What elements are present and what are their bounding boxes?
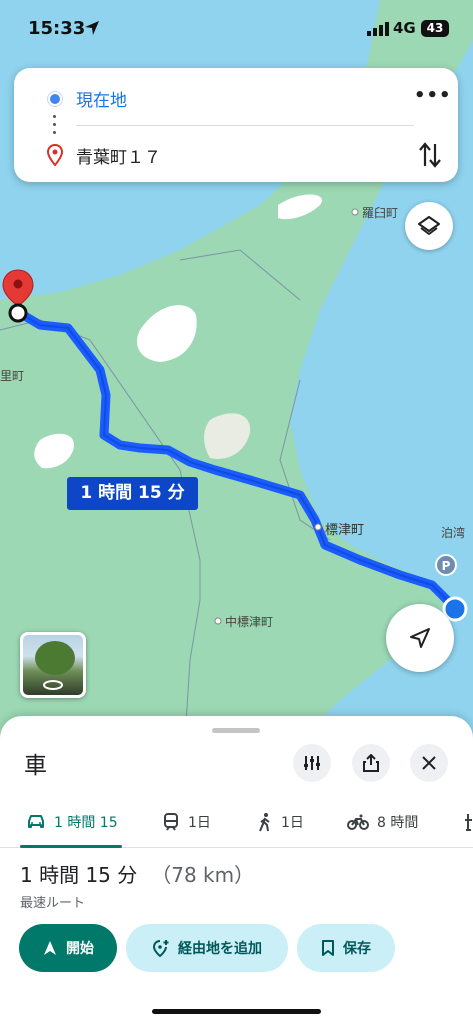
tab-transit-label: 1日 (188, 815, 211, 831)
tab-walking[interactable]: 1日 (257, 810, 304, 834)
place-label-rausu: 羅臼町 (362, 206, 399, 220)
directions-card: 現在地 青葉町１７ ••• (14, 68, 458, 182)
share-button[interactable] (352, 744, 390, 782)
destination-pin-icon (47, 144, 63, 166)
add-location-icon (152, 940, 169, 957)
place-label-bay: 泊湾 (441, 526, 466, 540)
destination-field[interactable]: 青葉町１７ (76, 143, 161, 168)
route-description: 最速ルート (20, 896, 86, 911)
home-indicator[interactable] (152, 1009, 321, 1014)
navigation-icon (44, 941, 56, 955)
status-bar: 15:33 4G 43 (0, 0, 473, 60)
navigation-arrow-icon (410, 628, 430, 648)
street-view-thumbnail[interactable] (20, 632, 86, 698)
place-label-shibetsu: 標津町 (325, 523, 365, 538)
layers-button[interactable] (405, 202, 453, 250)
share-icon (363, 754, 379, 772)
navigate-button[interactable] (386, 604, 454, 672)
tune-icon (304, 756, 320, 770)
active-tab-indicator (20, 845, 122, 848)
connector-dots-icon (53, 115, 57, 135)
save-button-label: 保存 (343, 941, 371, 957)
rotate-360-icon (43, 680, 63, 690)
network-type: 4G (393, 19, 416, 37)
tab-transit[interactable]: 1日 (162, 810, 211, 834)
start-button[interactable]: 開始 (19, 924, 117, 972)
place-label-nakashibetsu: 中標津町 (225, 615, 274, 629)
directions-sheet: 車 1 時間 15 1日 1日 8 時間 1 時間 15 分 （78 km） 最… (0, 716, 473, 1024)
start-button-label: 開始 (66, 941, 94, 957)
train-icon (164, 813, 178, 831)
swap-icon[interactable] (416, 140, 444, 170)
car-icon (28, 815, 44, 828)
close-icon (422, 756, 436, 770)
route-distance: （78 km） (151, 863, 255, 887)
tab-walking-label: 1日 (281, 815, 304, 831)
save-button[interactable]: 保存 (297, 924, 395, 972)
tab-cycling-label: 8 時間 (377, 815, 419, 831)
svg-text:P: P (442, 559, 451, 573)
tab-driving[interactable]: 1 時間 15 (26, 810, 118, 834)
route-duration-label[interactable]: 1 時間 15 分 (67, 477, 198, 510)
status-time: 15:33 (28, 18, 86, 39)
bookmark-icon (322, 940, 334, 956)
battery-icon: 43 (421, 20, 449, 37)
travel-mode-title: 車 (24, 753, 47, 779)
signal-icon (367, 22, 389, 36)
close-button[interactable] (410, 744, 448, 782)
route-summary: 1 時間 15 分 （78 km） (20, 859, 254, 888)
flight-icon[interactable] (464, 812, 473, 832)
tab-cycling[interactable]: 8 時間 (347, 810, 418, 834)
location-arrow-icon (85, 21, 99, 35)
route-options-button[interactable] (293, 744, 331, 782)
tab-driving-label: 1 時間 15 (54, 815, 118, 831)
more-options-icon[interactable]: ••• (414, 82, 451, 110)
bike-icon (347, 814, 369, 830)
sheet-drag-handle[interactable] (212, 728, 260, 733)
add-waypoint-label: 経由地を追加 (178, 941, 262, 957)
layers-icon (418, 216, 440, 235)
route-duration: 1 時間 15 分 (20, 863, 138, 887)
divider (76, 125, 414, 126)
walk-icon (259, 813, 270, 832)
origin-field[interactable]: 現在地 (76, 86, 127, 111)
origin-dot-icon (48, 92, 62, 106)
add-waypoint-button[interactable]: 経由地を追加 (126, 924, 288, 972)
place-label-satomachi: 里町 (0, 369, 25, 383)
travel-mode-tabs: 1 時間 15 1日 1日 8 時間 (0, 800, 473, 848)
